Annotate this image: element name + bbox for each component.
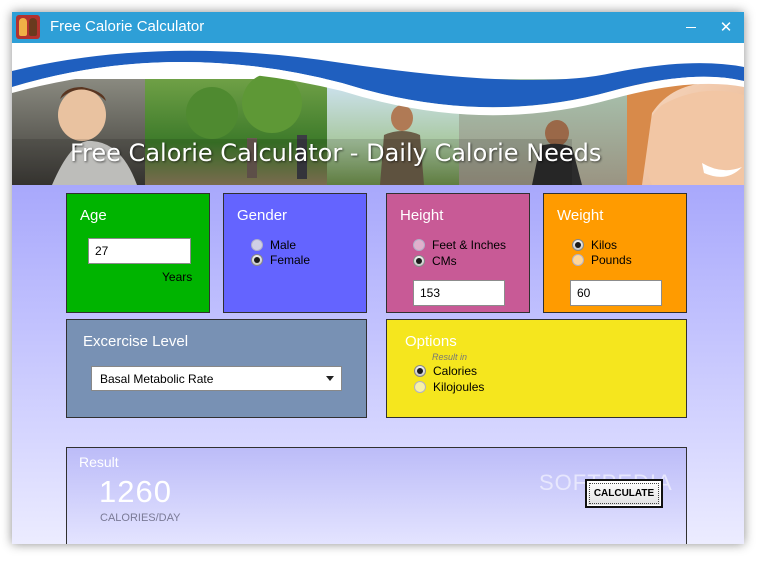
result-unit: CALORIES/DAY [100,512,181,524]
minimize-icon [686,27,696,28]
age-tile: Age Years [66,193,210,313]
height-feet-label: Feet & Inches [432,238,507,252]
result-in-caption: Result in [432,352,468,362]
options-title: Options [405,333,457,350]
radio-unselected [251,239,263,251]
minimize-button[interactable] [680,16,702,38]
age-input[interactable] [88,238,191,264]
app-logo-icon [16,15,40,39]
exercise-level-value: Basal Metabolic Rate [100,372,214,386]
result-value: 1260 [99,474,172,509]
height-title: Height [400,207,444,224]
calculate-button[interactable]: CALCULATE [585,479,663,508]
weight-input[interactable] [570,280,662,306]
weight-tile: Weight Kilos Pounds [543,193,687,313]
radio-unselected [413,239,425,251]
radio-selected [251,254,263,266]
radio-selected [413,255,425,267]
radio-unselected [414,381,426,393]
exercise-level-dropdown[interactable]: Basal Metabolic Rate [91,366,342,391]
weight-option-pounds[interactable]: Pounds [572,253,632,267]
exercise-tile: Excercise Level Basal Metabolic Rate [66,319,367,418]
close-button[interactable]: ✕ [715,16,737,38]
radio-selected [414,365,426,377]
gender-tile: Gender Male Female [223,193,367,313]
title-bar[interactable]: Free Calorie Calculator ✕ [12,12,744,43]
height-option-cms[interactable]: CMs [413,254,457,268]
weight-kilos-label: Kilos [591,238,618,252]
banner-heading: Free Calorie Calculator - Daily Calorie … [70,139,602,167]
result-title: Result [79,454,119,470]
options-tile: Options Result in Calories Kilojoules [386,319,687,418]
radio-unselected [572,254,584,266]
app-window: Free Calorie Calculator ✕ Free Calorie C… [12,12,744,544]
height-input[interactable] [413,280,505,306]
result-panel: Result 1260 CALORIES/DAY SOFTPEDIA CALCU… [66,447,687,544]
gender-male-label: Male [270,238,297,252]
exercise-title: Excercise Level [83,333,189,350]
height-tile: Height Feet & Inches CMs [386,193,530,313]
header-banner: Free Calorie Calculator - Daily Calorie … [12,43,744,185]
calculator-panel: Age Years Gender Male Female Height Feet… [12,185,744,544]
gender-female-label: Female [270,253,311,267]
gender-option-female[interactable]: Female [251,253,310,267]
option-calories[interactable]: Calories [414,364,477,378]
window-title: Free Calorie Calculator [50,18,205,35]
radio-selected [572,239,584,251]
gender-option-male[interactable]: Male [251,238,296,252]
weight-option-kilos[interactable]: Kilos [572,238,617,252]
option-calories-label: Calories [433,364,478,378]
option-kilojoules-label: Kilojoules [433,380,485,394]
chevron-down-icon [326,376,334,381]
weight-pounds-label: Pounds [591,253,632,267]
height-option-feet[interactable]: Feet & Inches [413,238,506,252]
option-kilojoules[interactable]: Kilojoules [414,380,484,394]
weight-title: Weight [557,207,604,224]
gender-title: Gender [237,207,288,224]
height-cms-label: CMs [432,254,457,268]
age-title: Age [80,207,107,224]
age-unit-label: Years [162,270,193,284]
